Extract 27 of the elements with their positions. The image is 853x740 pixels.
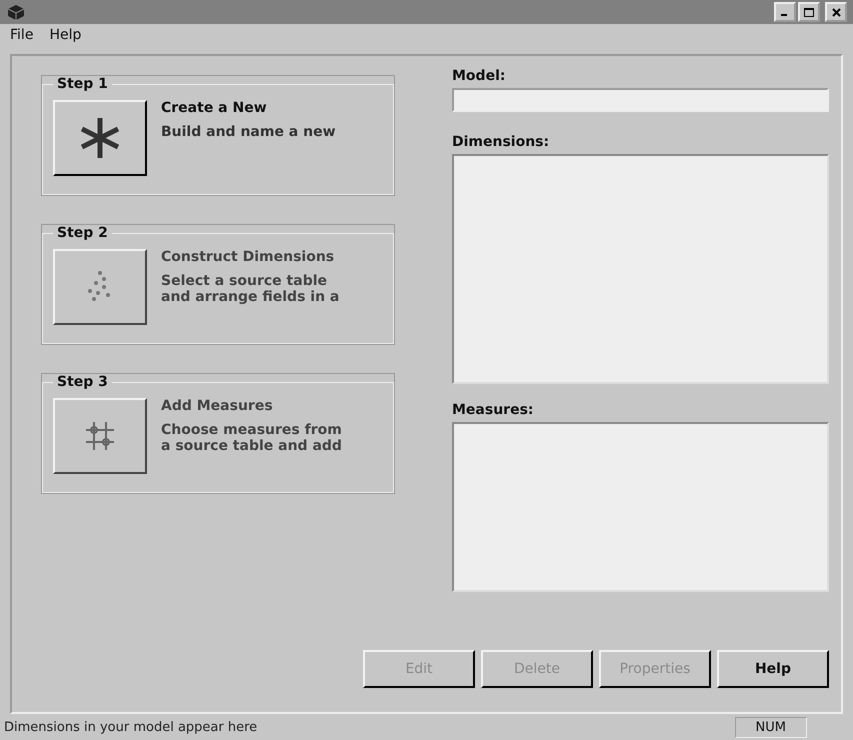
step-description: Select a source table and arrange fields in a	[161, 273, 340, 305]
maximize-button[interactable]	[798, 2, 820, 22]
step-button[interactable]	[53, 100, 147, 176]
step-heading: Construct Dimensions	[161, 249, 336, 265]
step-heading: Add Measures	[161, 398, 274, 414]
maximize-icon	[804, 8, 814, 16]
step-description: Build and name a new	[161, 124, 337, 140]
step-description: Choose measures from a source table and add	[161, 422, 343, 454]
status-indicator: NUM	[734, 716, 807, 738]
list-label: Dimensions:	[452, 134, 550, 150]
status-message: Dimensions in your model appear here	[4, 720, 258, 734]
step-label: Step 3	[56, 374, 109, 390]
field-label: Model:	[452, 68, 506, 84]
list-label: Measures:	[452, 402, 535, 418]
step-button[interactable]	[53, 398, 147, 474]
close-button[interactable]	[825, 2, 847, 22]
step-label: Step 1	[56, 76, 109, 92]
step-button[interactable]	[53, 249, 147, 325]
minimize-button[interactable]	[774, 2, 796, 22]
dialog-button[interactable]: Help	[717, 650, 829, 688]
menu-item[interactable]: File	[10, 27, 34, 45]
menu-item[interactable]: Help	[49, 27, 82, 45]
close-icon	[832, 8, 840, 16]
step-heading: Create a New	[161, 100, 268, 116]
model-name-field[interactable]	[452, 88, 829, 112]
cube-icon	[6, 4, 26, 20]
step-label: Step 2	[56, 225, 109, 241]
